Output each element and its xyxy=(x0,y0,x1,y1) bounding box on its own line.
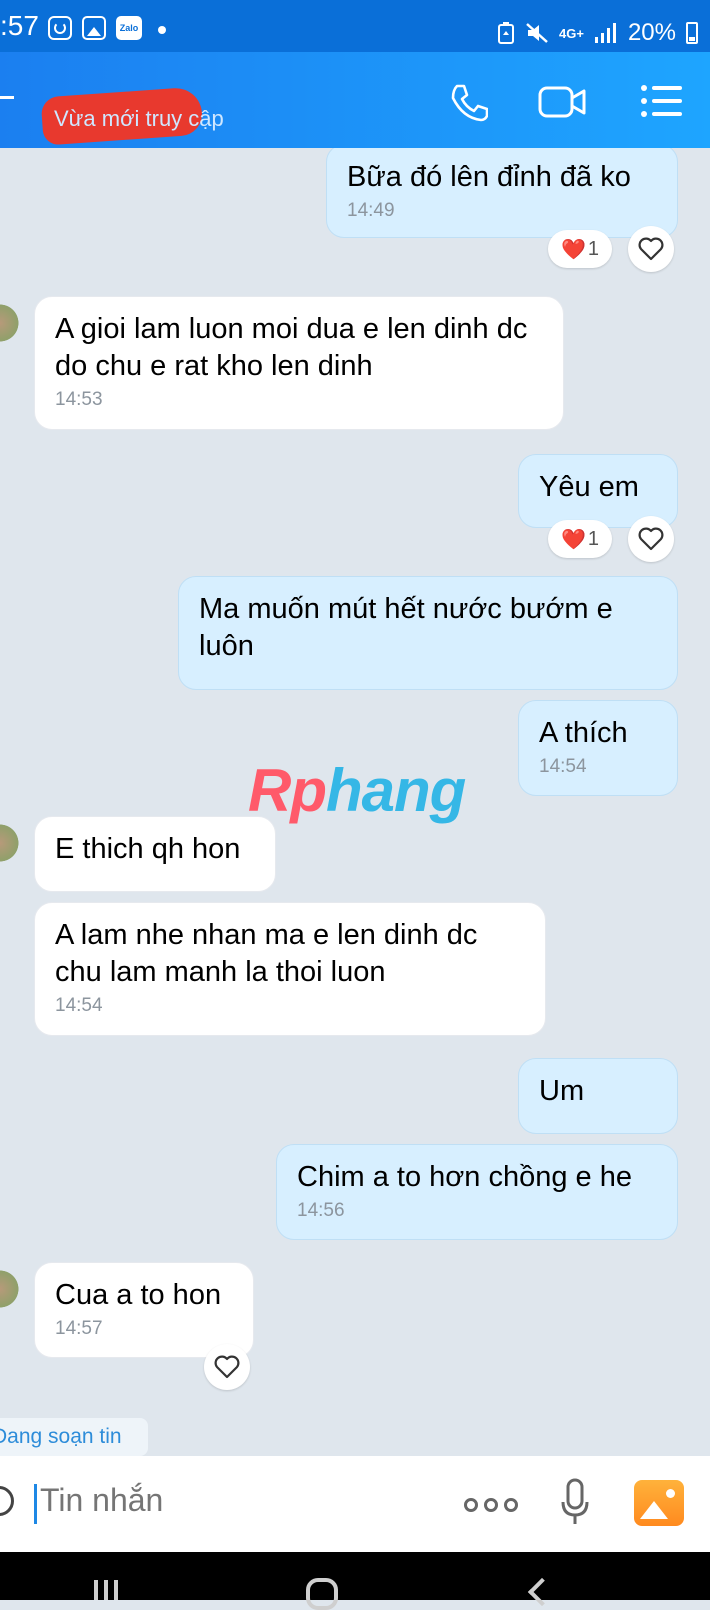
message-time: 14:56 xyxy=(297,1200,345,1221)
heart-outline-icon xyxy=(638,237,664,261)
message-bubble-incoming[interactable]: A lam nhe nhan ma e len dinh dc chu lam … xyxy=(34,902,546,1036)
message-bubble-outgoing[interactable]: Um xyxy=(518,1058,678,1134)
chat-header: Vừa mới truy cập xyxy=(0,52,710,148)
contact-avatar[interactable] xyxy=(0,1266,24,1312)
contact-status: Vừa mới truy cập xyxy=(54,106,224,131)
message-text: Chim a to hơn chồng e he xyxy=(297,1161,633,1193)
menu-icon[interactable] xyxy=(640,84,684,118)
message-time: 14:49 xyxy=(347,200,395,221)
phone-icon[interactable] xyxy=(448,82,488,122)
message-text: Um xyxy=(539,1075,585,1107)
watermark-part1: Rp xyxy=(248,757,327,824)
battery-saver-icon xyxy=(498,22,515,44)
message-text: A lam nhe nhan ma e len dinh dc chu lam … xyxy=(55,919,478,988)
face-icon xyxy=(48,16,72,40)
battery-percent: 20% xyxy=(627,19,676,46)
message-bubble-outgoing[interactable]: A thích 14:54 xyxy=(518,700,678,796)
zalo-icon: Zalo xyxy=(116,16,142,40)
recent-apps-icon[interactable] xyxy=(94,1580,122,1600)
gallery-icon xyxy=(82,16,106,40)
message-time: 14:53 xyxy=(55,389,103,410)
message-bubble-incoming[interactable]: E thich qh hon xyxy=(34,816,276,892)
message-input[interactable] xyxy=(40,1482,440,1519)
message-bubble-outgoing[interactable]: Ma muốn mút hết nước bướm e luôn xyxy=(178,576,678,690)
reaction-badge[interactable]: ❤️ 1 xyxy=(548,230,612,268)
reaction-badge[interactable]: ❤️ 1 xyxy=(548,520,612,558)
emoji-icon[interactable] xyxy=(0,1486,14,1516)
heart-outline-icon xyxy=(214,1355,240,1379)
status-bar: :57 Zalo 4G+ 20% xyxy=(0,0,710,52)
status-right: 4G+ 20% xyxy=(497,18,698,48)
watermark-part2: hang xyxy=(325,757,466,824)
mute-icon xyxy=(526,23,548,43)
more-options-icon[interactable] xyxy=(464,1498,518,1512)
like-button[interactable] xyxy=(628,226,674,272)
message-text: A thích xyxy=(539,717,628,749)
message-time: 14:57 xyxy=(55,1318,103,1339)
microphone-icon[interactable] xyxy=(560,1478,590,1528)
video-call-icon[interactable] xyxy=(538,84,588,120)
image-picker-icon[interactable] xyxy=(634,1480,684,1526)
chat-area[interactable]: Bữa đó lên đỉnh đã ko 14:49 ❤️ 1 A gioi … xyxy=(0,148,710,1456)
reaction-count: 1 xyxy=(587,237,600,260)
reaction-count: 1 xyxy=(587,527,600,550)
back-nav-icon[interactable] xyxy=(527,1577,557,1607)
message-text: A gioi lam luon moi dua e len dinh dc do… xyxy=(55,313,528,382)
message-time: 14:54 xyxy=(539,756,587,777)
status-time: :57 xyxy=(0,10,39,41)
composer-bar xyxy=(0,1456,710,1552)
like-button[interactable] xyxy=(204,1344,250,1390)
message-text: Ma muốn mút hết nước bướm e luôn xyxy=(199,593,613,662)
message-time: 14:54 xyxy=(55,995,103,1016)
message-text: E thich qh hon xyxy=(55,833,241,865)
message-text: Bữa đó lên đỉnh đã ko xyxy=(347,161,631,193)
system-nav-bar xyxy=(0,1552,710,1610)
back-icon[interactable] xyxy=(0,96,14,99)
heart-reaction-icon: ❤️ xyxy=(560,238,586,261)
signal-icon xyxy=(594,23,616,43)
dot-icon xyxy=(158,26,166,34)
heart-reaction-icon: ❤️ xyxy=(560,528,586,551)
contact-avatar[interactable] xyxy=(0,820,24,866)
message-bubble-outgoing[interactable]: Bữa đó lên đỉnh đã ko 14:49 xyxy=(326,148,678,238)
like-button[interactable] xyxy=(628,516,674,562)
home-icon[interactable] xyxy=(306,1578,338,1610)
heart-outline-icon xyxy=(638,527,664,551)
typing-indicator: Đang soạn tin xyxy=(0,1418,148,1456)
message-bubble-outgoing[interactable]: Chim a to hơn chồng e he 14:56 xyxy=(276,1144,678,1240)
message-bubble-incoming[interactable]: A gioi lam luon moi dua e len dinh dc do… xyxy=(34,296,564,430)
watermark-logo: Rphang xyxy=(248,756,466,825)
network-label: 4G+ xyxy=(559,25,584,41)
message-text: Cua a to hon xyxy=(55,1279,222,1311)
contact-avatar[interactable] xyxy=(0,300,24,346)
message-text: Yêu em xyxy=(539,471,639,503)
text-cursor xyxy=(34,1484,37,1524)
battery-icon xyxy=(686,22,698,44)
